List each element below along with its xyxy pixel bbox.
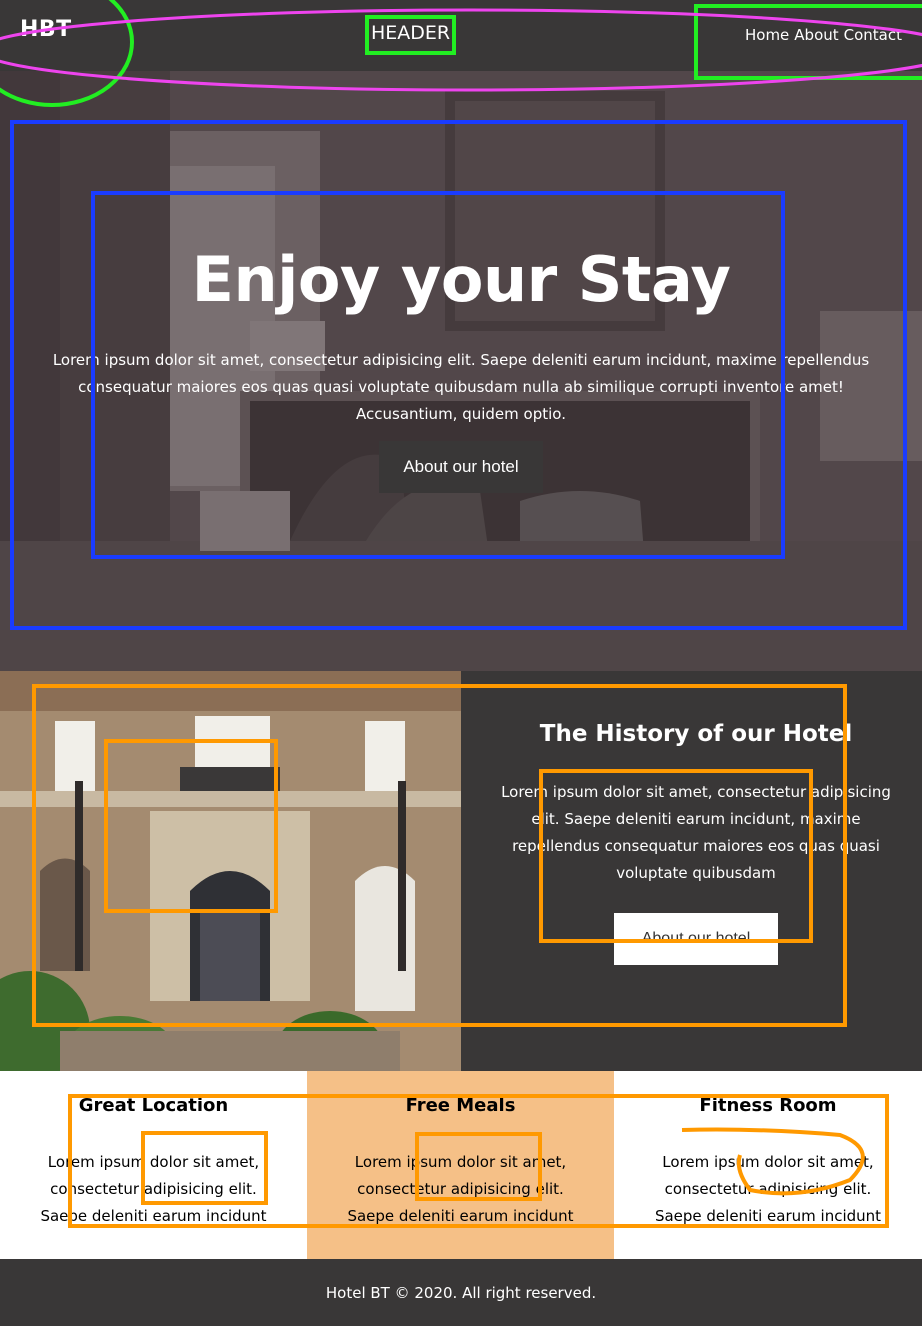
feature-title: Free Meals (405, 1095, 516, 1116)
about-hotel-button[interactable]: About our hotel (379, 441, 543, 493)
nav-link-contact[interactable]: Contact (844, 26, 902, 44)
hero-title: Enjoy your Stay (191, 243, 731, 316)
hero-section: Enjoy your Stay Lorem ipsum dolor sit am… (0, 71, 922, 671)
nav-link-about[interactable]: About (794, 26, 838, 44)
nav-link-home[interactable]: Home (745, 26, 789, 44)
features-section: Great Location Lorem ipsum dolor sit ame… (0, 1071, 922, 1259)
feature-title: Great Location (78, 1095, 229, 1116)
history-title: The History of our Hotel (539, 721, 853, 747)
history-section: The History of our Hotel Lorem ipsum dol… (0, 671, 922, 1071)
footer-copyright: Hotel BT © 2020. All right reserved. (325, 1283, 597, 1302)
feature-card-fitness: Fitness Room Lorem ipsum dolor sit amet,… (614, 1071, 922, 1259)
history-description: Lorem ipsum dolor sit amet, consectetur … (501, 783, 891, 882)
site-header: HBT HEADER Home About Contact (0, 0, 922, 71)
feature-text: Lorem ipsum dolor sit amet, consectetur … (347, 1153, 574, 1225)
main-nav: Home About Contact (745, 26, 902, 44)
feature-text: Lorem ipsum dolor sit amet, consectetur … (40, 1153, 267, 1225)
brand-logo[interactable]: HBT (20, 17, 72, 42)
hotel-facade-photo (0, 671, 461, 1071)
feature-title: Fitness Room (699, 1095, 837, 1116)
feature-card-meals: Free Meals Lorem ipsum dolor sit amet, c… (307, 1071, 614, 1259)
feature-text: Lorem ipsum dolor sit amet, consectetur … (654, 1153, 882, 1225)
history-about-button[interactable]: About our hotel (614, 913, 778, 965)
feature-card-location: Great Location Lorem ipsum dolor sit ame… (0, 1071, 307, 1259)
site-footer: Hotel BT © 2020. All right reserved. (0, 1259, 922, 1326)
hero-description: Lorem ipsum dolor sit amet, consectetur … (52, 351, 870, 423)
header-label: HEADER (371, 22, 451, 44)
